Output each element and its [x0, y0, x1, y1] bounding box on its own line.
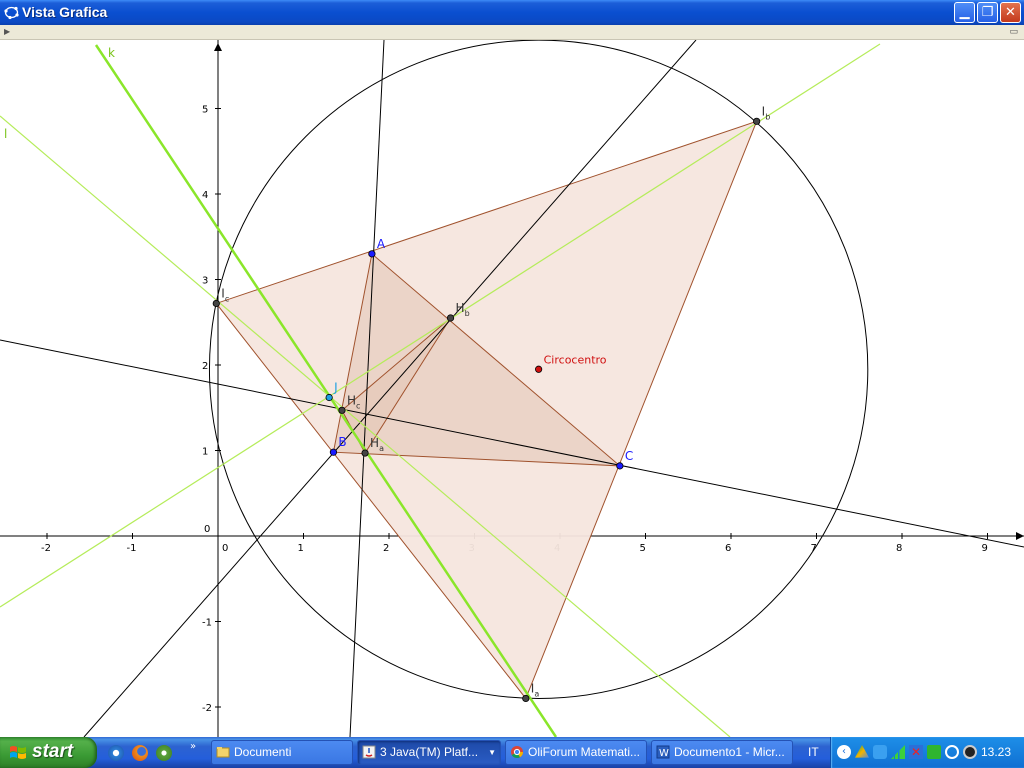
point-label-a: A: [377, 237, 386, 251]
windows-flag-icon: [10, 746, 26, 759]
point-hb[interactable]: [446, 314, 455, 322]
folder-icon: [216, 747, 230, 758]
restore-button[interactable]: ❐: [977, 2, 998, 23]
chrome-icon: [511, 746, 523, 759]
y-tick-label: -2: [202, 703, 212, 714]
minimize-button[interactable]: ▁: [954, 2, 975, 23]
task-documenti[interactable]: Documenti: [211, 740, 353, 765]
tray-update-icon[interactable]: [945, 745, 959, 759]
group-dropdown-icon[interactable]: ▼: [488, 741, 496, 764]
point-label-sub: a: [534, 689, 539, 698]
system-tray: ‹ ✕ 13.23: [830, 737, 1024, 768]
task-word-document[interactable]: W Documento1 - Micr...: [651, 740, 793, 765]
point-label-sub: b: [765, 112, 770, 121]
geogebra-app-icon: [4, 6, 19, 20]
x-tick-label: 0: [222, 543, 228, 554]
x-tick-label: 8: [896, 543, 902, 554]
point-ib[interactable]: [753, 117, 761, 125]
tray-signal-icon[interactable]: [891, 745, 905, 759]
window-title-bar[interactable]: Vista Grafica ▁ ❐ ✕: [0, 0, 1024, 25]
point-label-sub: b: [465, 309, 470, 318]
point-label-j: J: [333, 380, 338, 394]
point-hc[interactable]: [338, 406, 346, 414]
x-tick-label: 9: [982, 543, 988, 554]
view-toolbar: ▶ ▭: [0, 25, 1024, 40]
utorrent-icon[interactable]: [156, 745, 172, 761]
taskbar: start » Documenti 3 Java(TM) Platf... ▼ …: [0, 737, 1024, 768]
point-label-sub: c: [356, 401, 360, 410]
firefox-icon[interactable]: [132, 745, 148, 761]
point-ic[interactable]: [212, 299, 220, 308]
dock-view-icon[interactable]: ▭: [1009, 27, 1018, 37]
point-label-o: Circocentro: [544, 353, 607, 366]
x-tick-label: 6: [725, 543, 731, 554]
quicklaunch-more-icon[interactable]: »: [190, 741, 196, 752]
java-icon: [362, 745, 376, 759]
point-label-sub: a: [379, 444, 384, 453]
y-tick-label: 2: [202, 361, 208, 372]
tray-expand-icon[interactable]: ‹: [837, 745, 851, 759]
x-axis-arrow-icon: [1016, 532, 1024, 540]
y-tick-label: 4: [202, 190, 208, 201]
close-button[interactable]: ✕: [1000, 2, 1021, 23]
x-tick-label: 7: [811, 543, 817, 554]
task-java-platform[interactable]: 3 Java(TM) Platf... ▼: [357, 740, 501, 765]
x-tick-label: 2: [383, 543, 389, 554]
x-tick-label: -2: [41, 543, 51, 554]
task-oliforum[interactable]: OliForum Matemati...: [505, 740, 647, 765]
start-label: start: [32, 741, 74, 762]
point-b[interactable]: [329, 448, 338, 456]
y-tick-label: 1: [202, 447, 208, 458]
line-k-label: k: [108, 46, 115, 60]
graphics-view[interactable]: -2-10123456789-2-1012345 k l ABCIaIbIcHa…: [0, 40, 1024, 737]
x-tick-label: -1: [127, 543, 137, 554]
point-ia[interactable]: [522, 694, 530, 703]
svg-text:W: W: [659, 748, 669, 759]
start-button[interactable]: start: [0, 737, 97, 768]
point-label-ia: Ia: [531, 681, 540, 698]
tray-shield-icon[interactable]: [873, 745, 887, 759]
y-tick-label: -1: [202, 618, 212, 629]
point-j[interactable]: [325, 393, 333, 402]
language-indicator[interactable]: IT: [808, 745, 819, 759]
x-tick-label: 5: [640, 543, 646, 554]
media-player-icon[interactable]: [108, 745, 124, 761]
tray-network-error-icon[interactable]: ✕: [909, 745, 923, 759]
tray-speaker-icon[interactable]: [963, 745, 977, 759]
point-c[interactable]: [616, 462, 624, 470]
line-l-label: l: [4, 127, 7, 141]
point-label-sub: c: [225, 294, 229, 303]
point-label-c: C: [625, 449, 633, 463]
geometry-canvas[interactable]: -2-10123456789-2-1012345 k l ABCIaIbIcHa…: [0, 40, 1024, 737]
x-tick-label: 1: [298, 543, 304, 554]
y-tick-label: 0: [204, 524, 210, 535]
point-label-b: B: [338, 435, 346, 449]
point-a[interactable]: [368, 250, 376, 258]
system-clock[interactable]: 13.23: [981, 745, 1011, 759]
expand-toolbar-icon[interactable]: ▶: [4, 27, 10, 36]
y-tick-label: 3: [202, 276, 208, 287]
tray-drive-icon[interactable]: [855, 745, 869, 758]
window-title: Vista Grafica: [22, 4, 108, 20]
word-icon: W: [656, 745, 670, 759]
tray-volume-icon[interactable]: [927, 745, 941, 759]
y-axis-arrow-icon: [214, 43, 222, 51]
point-ha[interactable]: [361, 449, 369, 457]
y-tick-label: 5: [202, 105, 208, 116]
point-o[interactable]: [535, 365, 543, 373]
